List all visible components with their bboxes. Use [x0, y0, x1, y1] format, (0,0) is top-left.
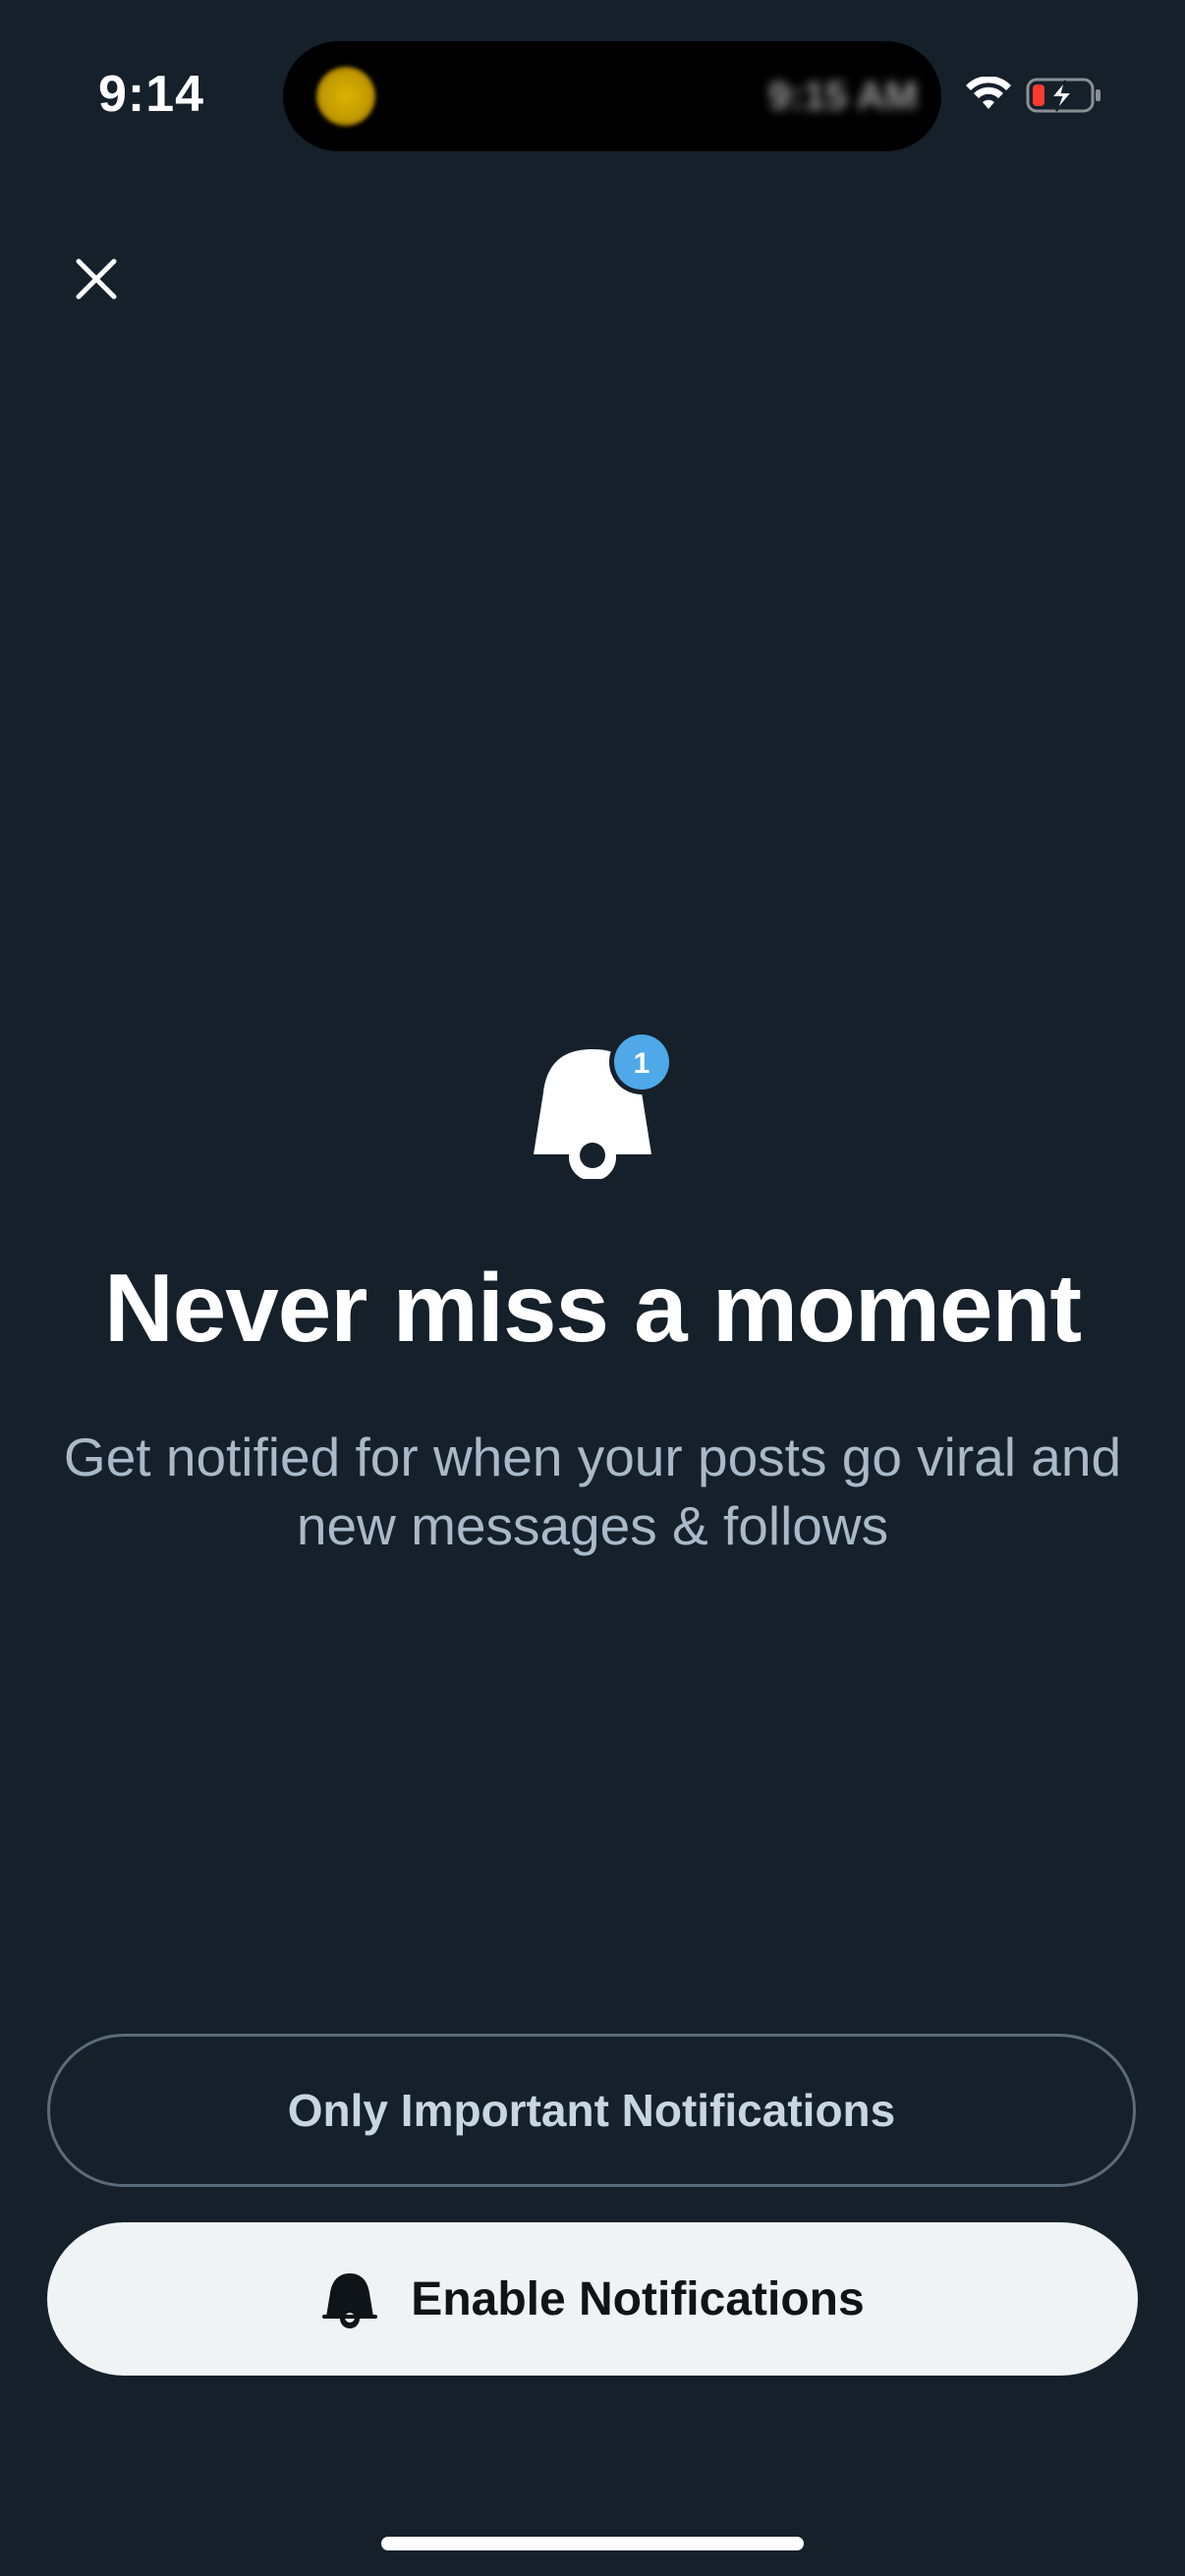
- notification-badge-count: 1: [634, 1047, 650, 1080]
- bell-icon: [322, 2273, 378, 2328]
- enable-notifications-button[interactable]: Enable Notifications: [47, 2222, 1138, 2376]
- page-title: Never miss a moment: [103, 1254, 1082, 1362]
- battery-charging-icon: [1026, 78, 1100, 113]
- home-indicator[interactable]: [381, 2537, 804, 2550]
- status-time: 9:14: [98, 66, 205, 123]
- page-subtitle: Get notified for when your posts go vira…: [63, 1427, 1122, 1556]
- only-important-notifications-button[interactable]: Only Important Notifications: [47, 2034, 1136, 2187]
- bell-icon: 1: [534, 1030, 674, 1179]
- only-important-notifications-label: Only Important Notifications: [287, 2085, 896, 2136]
- status-bar: 9:14 9:15 AM: [0, 0, 1185, 151]
- enable-notifications-label: Enable Notifications: [411, 2272, 865, 2325]
- close-button[interactable]: [63, 246, 130, 312]
- dynamic-island[interactable]: 9:15 AM: [283, 41, 941, 151]
- island-avatar: [316, 67, 375, 126]
- wifi-icon: [966, 77, 1011, 109]
- close-icon: [76, 258, 117, 300]
- island-time: 9:15 AM: [768, 75, 918, 118]
